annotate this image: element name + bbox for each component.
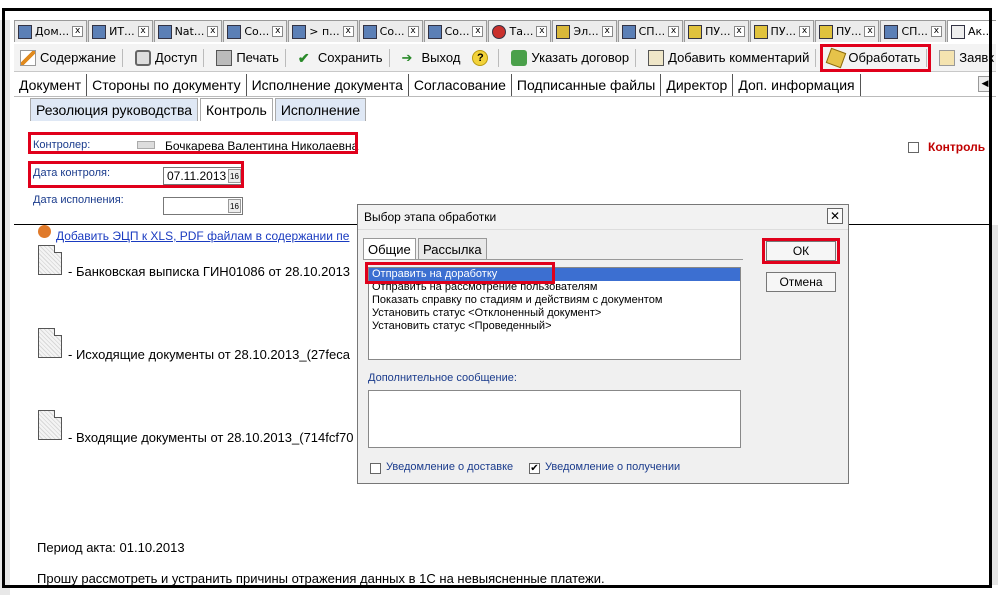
annotation-frame	[2, 8, 992, 588]
vertical-scrollbar[interactable]	[992, 225, 998, 585]
